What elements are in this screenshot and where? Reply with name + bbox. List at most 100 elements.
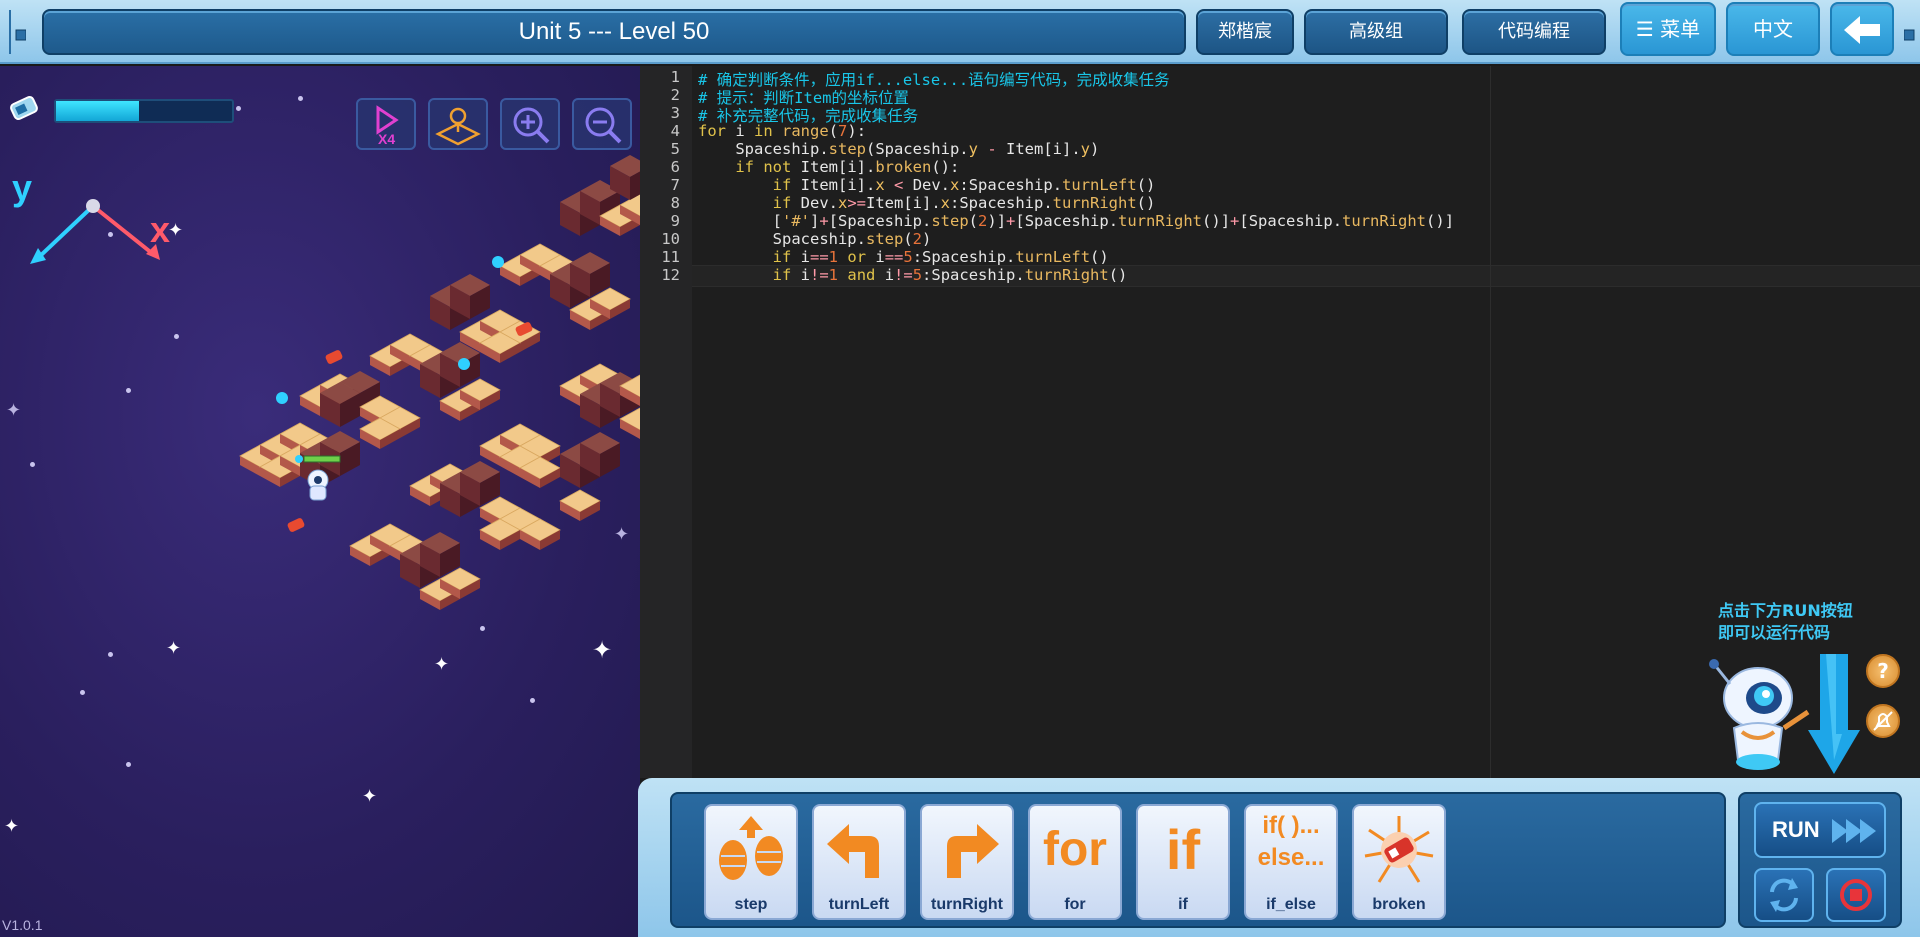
bell-mute-icon	[1873, 711, 1893, 731]
block-turn-left-label: turnLeft	[828, 896, 890, 913]
block-if-label: if	[1178, 896, 1188, 913]
if-else-icon: if( )... else...	[1246, 810, 1336, 874]
crystal-item-icon	[276, 392, 288, 404]
menu-button[interactable]: ☰ 菜单	[1620, 2, 1716, 56]
bottom-panel: step turnLeft turnRight for for if if if…	[638, 778, 1920, 937]
broken-icon	[1364, 816, 1434, 883]
axis-y-label: y	[12, 167, 32, 208]
line-number: 1	[670, 68, 680, 86]
block-if-else[interactable]: if( )... else... if_else	[1244, 804, 1338, 920]
line-number: 11	[661, 248, 680, 266]
star-dot	[174, 334, 179, 339]
line-number: 8	[670, 194, 680, 212]
user-name-button[interactable]: 郑楷宸	[1196, 9, 1294, 55]
star-icon: ✦	[166, 638, 182, 659]
down-arrow-icon	[1808, 654, 1860, 774]
game-view[interactable]: ✦ ✦ ✦ ✦ ✦ ✦ ✦ ✦ X4 y x V1.0.1	[0, 66, 640, 937]
reset-button[interactable]	[1754, 868, 1814, 922]
run-control-panel: RUN	[1738, 792, 1902, 928]
run-button[interactable]: RUN	[1754, 802, 1886, 858]
energy-bar	[54, 99, 234, 123]
language-button[interactable]: 中文	[1726, 2, 1820, 56]
fast-forward-icon	[1831, 819, 1876, 844]
level-title: Unit 5 --- Level 50	[42, 9, 1186, 55]
run-hint-line-1: 点击下方RUN按钮	[1718, 601, 1853, 620]
axis-indicator: y x	[12, 167, 170, 264]
block-for-label: for	[1064, 896, 1086, 913]
line-number: 12	[661, 266, 680, 284]
platform-f	[560, 155, 640, 237]
block-if[interactable]: if if	[1136, 804, 1230, 920]
star-dot	[298, 96, 303, 101]
block-step[interactable]: step	[704, 804, 798, 920]
mode-button[interactable]: 代码编程	[1462, 9, 1606, 55]
star-dot	[236, 106, 241, 111]
top-bar: Unit 5 --- Level 50 郑楷宸 高级组 代码编程 ☰ 菜单 中文	[0, 0, 1920, 64]
turn-left-icon	[827, 824, 879, 878]
code-line[interactable]: if i==1 or i==5:Spaceship.turnLeft()	[698, 248, 1109, 266]
star-dot	[530, 698, 535, 703]
version-label: V1.0.1	[2, 917, 43, 933]
star-icon: ✦	[4, 816, 20, 837]
if-else-text-else: else...	[1257, 844, 1325, 871]
turn-right-icon	[947, 824, 999, 878]
axis-x-label: x	[150, 209, 170, 250]
crystal-item-icon	[492, 256, 504, 268]
corner-ornament-icon	[9, 10, 26, 54]
block-broken-label: broken	[1372, 896, 1426, 913]
energy-bar-fill	[56, 101, 139, 121]
step-icon	[719, 816, 783, 880]
crystal-item-icon	[458, 358, 470, 370]
corner-ornament-right-icon	[1904, 29, 1915, 41]
star-dot	[108, 652, 113, 657]
back-button[interactable]	[1830, 2, 1894, 56]
stop-icon	[1840, 879, 1872, 911]
if-icon: if	[1165, 818, 1201, 881]
block-broken[interactable]: broken	[1352, 804, 1446, 920]
line-number: 3	[670, 104, 680, 122]
block-if-else-label: if_else	[1266, 896, 1316, 913]
for-icon: for	[1043, 823, 1107, 876]
star-dot	[80, 690, 85, 695]
code-line[interactable]: Spaceship.step(2)	[698, 230, 932, 248]
if-else-text-if: if( )...	[1262, 812, 1320, 839]
menu-label: 菜单	[1660, 17, 1701, 41]
code-line[interactable]: ['#']+[Spaceship.step(2)]+[Spaceship.tur…	[698, 212, 1454, 230]
game-board	[239, 155, 640, 611]
star-icon: ✦	[6, 400, 22, 421]
block-turn-right-label: turnRight	[931, 896, 1003, 913]
code-line[interactable]: if i!=1 and i!=5:Spaceship.turnRight()	[698, 266, 1128, 284]
run-hint-line-2: 即可以运行代码	[1718, 623, 1831, 642]
menu-list-icon: ☰	[1635, 17, 1654, 41]
star-dot	[30, 462, 35, 467]
group-button[interactable]: 高级组	[1304, 9, 1448, 55]
code-line[interactable]: if Dev.x>=Item[i].x:Spaceship.turnRight(…	[698, 194, 1156, 212]
stop-button[interactable]	[1826, 868, 1886, 922]
code-line[interactable]: Spaceship.step(Spaceship.y - Item[i].y)	[698, 140, 1099, 158]
line-number: 10	[661, 230, 680, 248]
code-line[interactable]: for i in range(7):	[698, 122, 866, 140]
line-number: 2	[670, 86, 680, 104]
block-turn-left[interactable]: turnLeft	[812, 804, 906, 920]
print-margin-guide	[1490, 66, 1491, 778]
robot-mascot-icon	[1709, 659, 1810, 770]
refresh-icon	[1770, 878, 1798, 912]
code-line[interactable]: if Item[i].x < Dev.x:Spaceship.turnLeft(…	[698, 176, 1156, 194]
platform-g	[559, 363, 640, 440]
line-number: 6	[670, 158, 680, 176]
battery-item-icon	[325, 350, 343, 364]
run-button-label: RUN	[1772, 817, 1820, 842]
sound-off-button[interactable]	[1866, 704, 1900, 738]
code-block-tray: step turnLeft turnRight for for if if if…	[670, 792, 1726, 928]
block-for[interactable]: for for	[1028, 804, 1122, 920]
star-dot	[126, 388, 131, 393]
star-icon: ✦	[362, 786, 378, 807]
block-turn-right[interactable]: turnRight	[920, 804, 1014, 920]
line-number: 9	[670, 212, 680, 230]
platform-e	[499, 243, 631, 331]
code-line[interactable]: if not Item[i].broken():	[698, 158, 959, 176]
line-number: 5	[670, 140, 680, 158]
block-step-label: step	[734, 896, 768, 913]
battery-icon	[10, 95, 38, 121]
help-button[interactable]: ?	[1866, 654, 1900, 688]
